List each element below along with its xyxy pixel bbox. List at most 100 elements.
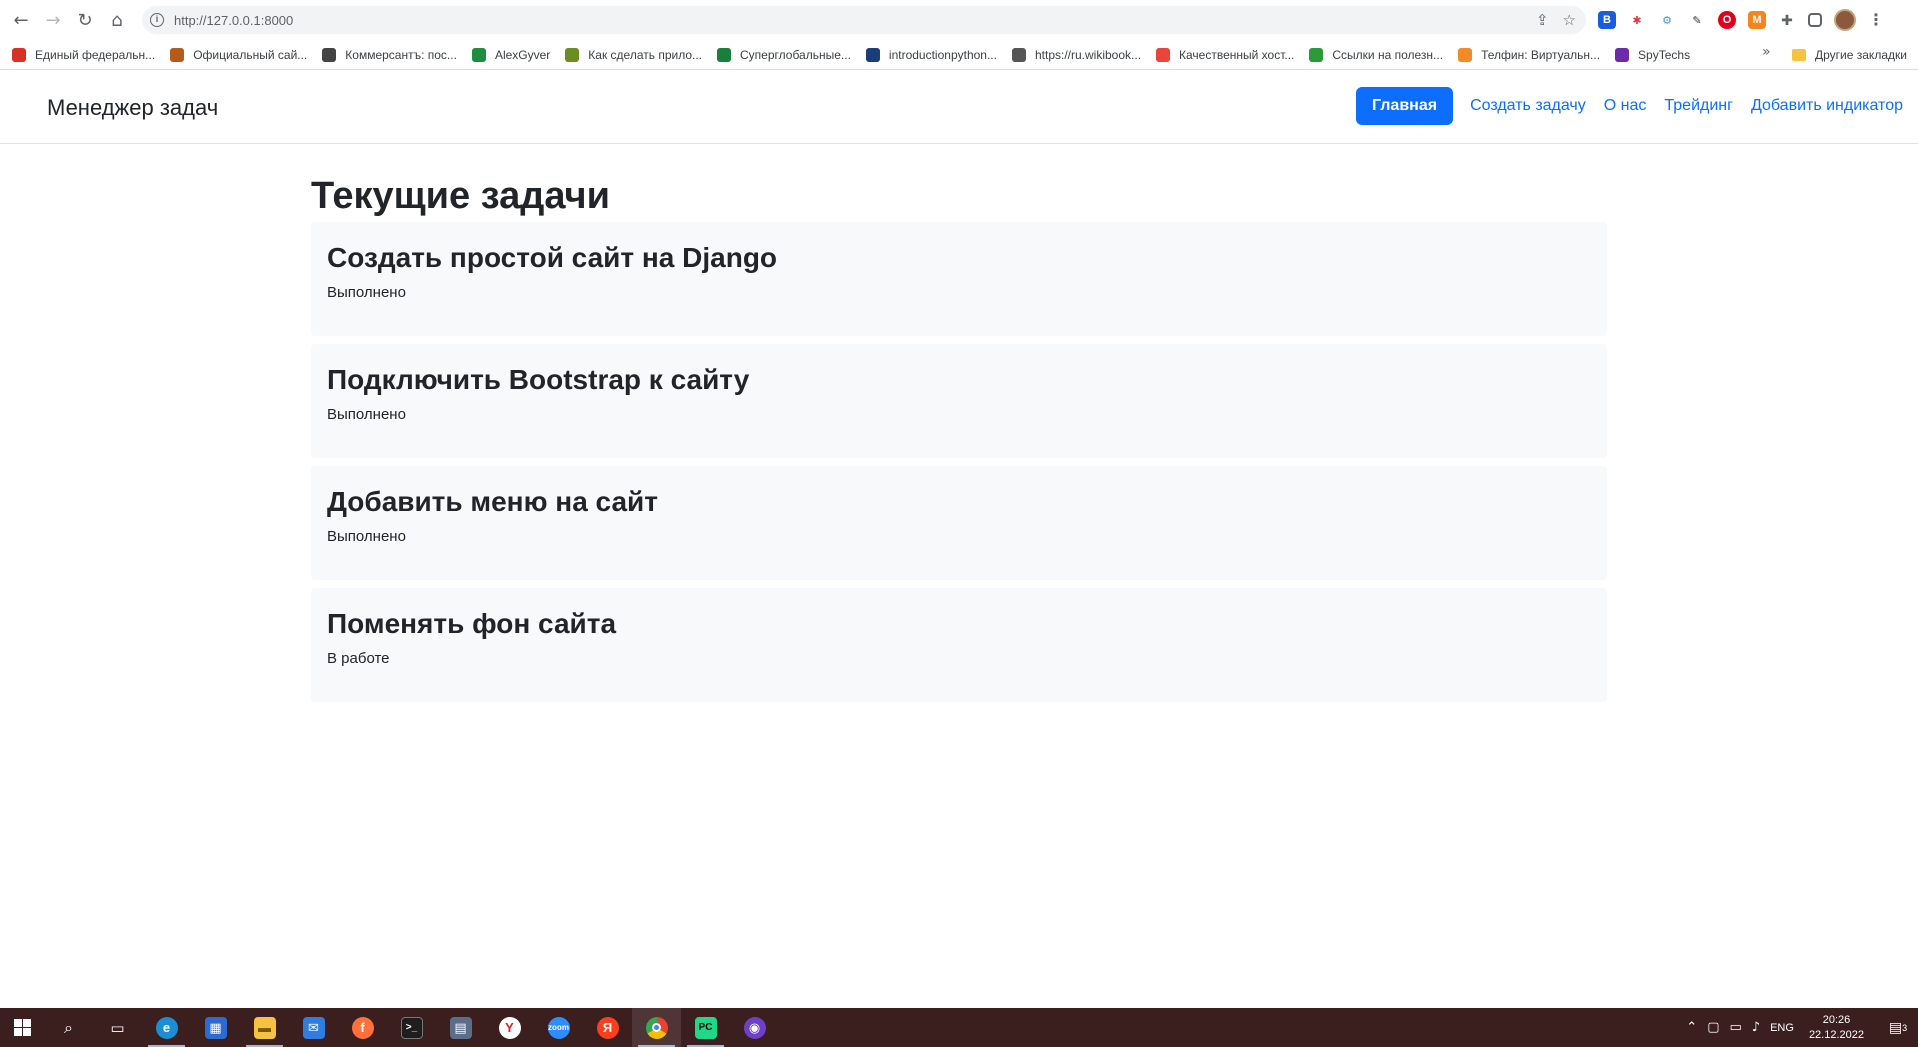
bookmark-item[interactable]: https://ru.wikibook...	[1011, 47, 1141, 62]
nav-link[interactable]: Создать задачу	[1469, 87, 1587, 125]
task-title: Подключить Bootstrap к сайту	[327, 364, 750, 395]
extensions-bar: B ✱ ⚙ ✎ O M ✚ ⋮	[1598, 6, 1884, 34]
firefox-icon[interactable]: f	[338, 1008, 387, 1047]
puzzle-icon[interactable]: ✚	[1778, 11, 1796, 29]
yandex-browser-icon[interactable]: Y	[485, 1008, 534, 1047]
search-icon[interactable]: ⌕	[44, 1008, 93, 1047]
bookmark-item[interactable]: Как сделать прило...	[565, 47, 702, 62]
profile-avatar[interactable]	[1834, 9, 1856, 31]
bitwarden-extension-icon[interactable]: B	[1598, 11, 1616, 29]
site-nav-links: Главная Создать задачу О нас Трейдинг Добави…	[1355, 87, 1904, 125]
store-icon[interactable]: ▦	[191, 1008, 240, 1047]
reload-icon[interactable]: ↻	[70, 5, 100, 35]
volume-icon[interactable]: ♪	[1752, 1020, 1760, 1035]
meet-now-icon[interactable]: ▢	[1707, 1020, 1719, 1035]
metamask-extension-icon[interactable]: M	[1748, 11, 1766, 29]
github-desktop-icon[interactable]: ◉	[730, 1008, 779, 1047]
bookmark-label: Телфин: Виртуальн...	[1481, 47, 1601, 62]
mail-icon[interactable]: ✉	[289, 1008, 338, 1047]
pycharm-icon[interactable]: PC	[681, 1008, 730, 1047]
task-view-icon[interactable]: ▭	[93, 1008, 142, 1047]
terminal-icon[interactable]: >_	[387, 1008, 436, 1047]
favicon-icon	[170, 47, 185, 62]
windows-icon	[13, 1019, 31, 1036]
task-status: В работе	[327, 650, 390, 667]
favicon-icon	[1011, 47, 1026, 62]
other-bookmarks[interactable]: Другие закладки	[1792, 40, 1907, 70]
favicon-icon	[717, 47, 732, 62]
bookmark-label: SpyTechs	[1638, 47, 1691, 62]
bookmark-item[interactable]: AlexGyver	[471, 47, 551, 62]
language-indicator[interactable]: ENG	[1770, 1022, 1794, 1034]
site-brand[interactable]: Менеджер задач	[47, 95, 218, 121]
chrome-icon[interactable]	[632, 1008, 681, 1047]
bookmark-item[interactable]: introductionpython...	[865, 47, 997, 62]
nav-link[interactable]: О нас	[1603, 87, 1648, 125]
bookmark-label: AlexGyver	[494, 47, 551, 62]
forward-icon[interactable]: →	[38, 5, 68, 35]
bookmark-item[interactable]: Качественный хост...	[1156, 47, 1294, 62]
favicon-icon	[1309, 47, 1324, 62]
yandex-icon[interactable]: Я	[583, 1008, 632, 1047]
calculator-icon[interactable]: ▤	[436, 1008, 485, 1047]
task-card: Создать простой сайт на Django Выполнено	[311, 222, 1607, 336]
extension-icon[interactable]: ✎	[1688, 11, 1706, 29]
network-icon[interactable]: ▭	[1730, 1020, 1742, 1035]
favicon-icon	[1615, 47, 1630, 62]
clock[interactable]: 20:26 22.12.2022	[1809, 1013, 1864, 1043]
system-tray: ⌃ ▢ ▭ ♪ ENG 20:26 22.12.2022 ▤ 3	[1681, 1008, 1918, 1047]
favicon-icon	[565, 47, 580, 62]
task-list: Создать простой сайт на Django Выполнено П…	[311, 222, 1607, 702]
task-status: Выполнено	[327, 406, 406, 423]
task-card: Поменять фон сайта В работе	[311, 588, 1607, 702]
favicon-icon	[322, 47, 337, 62]
favicon-icon	[1156, 47, 1171, 62]
color-extension-icon[interactable]: ✱	[1628, 11, 1646, 29]
bookmark-label: Коммерсантъ: пос...	[345, 47, 457, 62]
nav-link[interactable]: Трейдинг	[1663, 87, 1734, 125]
bookmark-label: Официальный сай...	[193, 47, 308, 62]
share-icon[interactable]: ⇪	[1536, 11, 1549, 29]
start-button[interactable]	[0, 1008, 44, 1047]
bookmark-item[interactable]: Ссылки на полезн...	[1309, 47, 1443, 62]
nav-link[interactable]: Добавить индикатор	[1750, 87, 1904, 125]
zoom-icon[interactable]: zoom	[534, 1008, 583, 1047]
side-panel-icon[interactable]	[1808, 13, 1822, 27]
home-icon[interactable]: ⌂	[102, 5, 132, 35]
page-title: Текущие задачи	[311, 175, 610, 217]
bookmark-item[interactable]: Телфин: Виртуальн...	[1458, 47, 1601, 62]
task-card: Подключить Bootstrap к сайту Выполнено	[311, 344, 1607, 458]
bookmark-item[interactable]: Суперглобальные...	[717, 47, 851, 62]
bookmark-item[interactable]: Официальный сай...	[170, 47, 308, 62]
address-bar[interactable]: i http://127.0.0.1:8000 ⇪ ☆	[142, 6, 1586, 34]
more-menu-icon[interactable]: ⋮	[1868, 10, 1884, 30]
chevron-up-icon[interactable]: ⌃	[1686, 1020, 1697, 1035]
bookmark-item[interactable]: SpyTechs	[1615, 47, 1691, 62]
windows-taskbar: ⌕ ▭ e ▦ ▬ ✉ f >_ ▤ Y zoom Я PC ◉ ⌃ ▢ ▭ ♪…	[0, 1008, 1918, 1047]
url-text[interactable]: http://127.0.0.1:8000	[174, 13, 293, 28]
bookmark-label: introductionpython...	[888, 47, 997, 62]
clock-date: 22.12.2022	[1808, 1028, 1864, 1041]
bookmark-label: Единый федеральн...	[35, 47, 156, 62]
file-explorer-icon[interactable]: ▬	[240, 1008, 289, 1047]
site-info-icon[interactable]: i	[150, 13, 164, 27]
task-title: Поменять фон сайта	[327, 608, 617, 639]
bookmarks-overflow-icon[interactable]: »	[1762, 44, 1771, 60]
folder-icon	[1792, 49, 1806, 61]
bookmarks-bar: Единый федеральн... Официальный сай... Ком…	[0, 40, 1918, 70]
edge-icon[interactable]: e	[142, 1008, 191, 1047]
notifications-icon[interactable]: ▤ 3	[1878, 1008, 1918, 1047]
back-icon[interactable]: ←	[6, 5, 36, 35]
opera-extension-icon[interactable]: O	[1718, 11, 1736, 29]
bookmark-item[interactable]: Единый федеральн...	[12, 47, 156, 62]
other-bookmarks-label: Другие закладки	[1815, 48, 1907, 62]
nav-link[interactable]: Главная	[1355, 87, 1454, 125]
bookmark-item[interactable]: Коммерсантъ: пос...	[322, 47, 457, 62]
bookmark-star-icon[interactable]: ☆	[1563, 11, 1576, 29]
favicon-icon	[865, 47, 880, 62]
task-title: Добавить меню на сайт	[327, 486, 658, 517]
favicon-icon	[471, 47, 486, 62]
translate-extension-icon[interactable]: ⚙	[1658, 11, 1676, 29]
bookmark-label: Суперглобальные...	[740, 47, 851, 62]
task-title: Создать простой сайт на Django	[327, 242, 778, 273]
